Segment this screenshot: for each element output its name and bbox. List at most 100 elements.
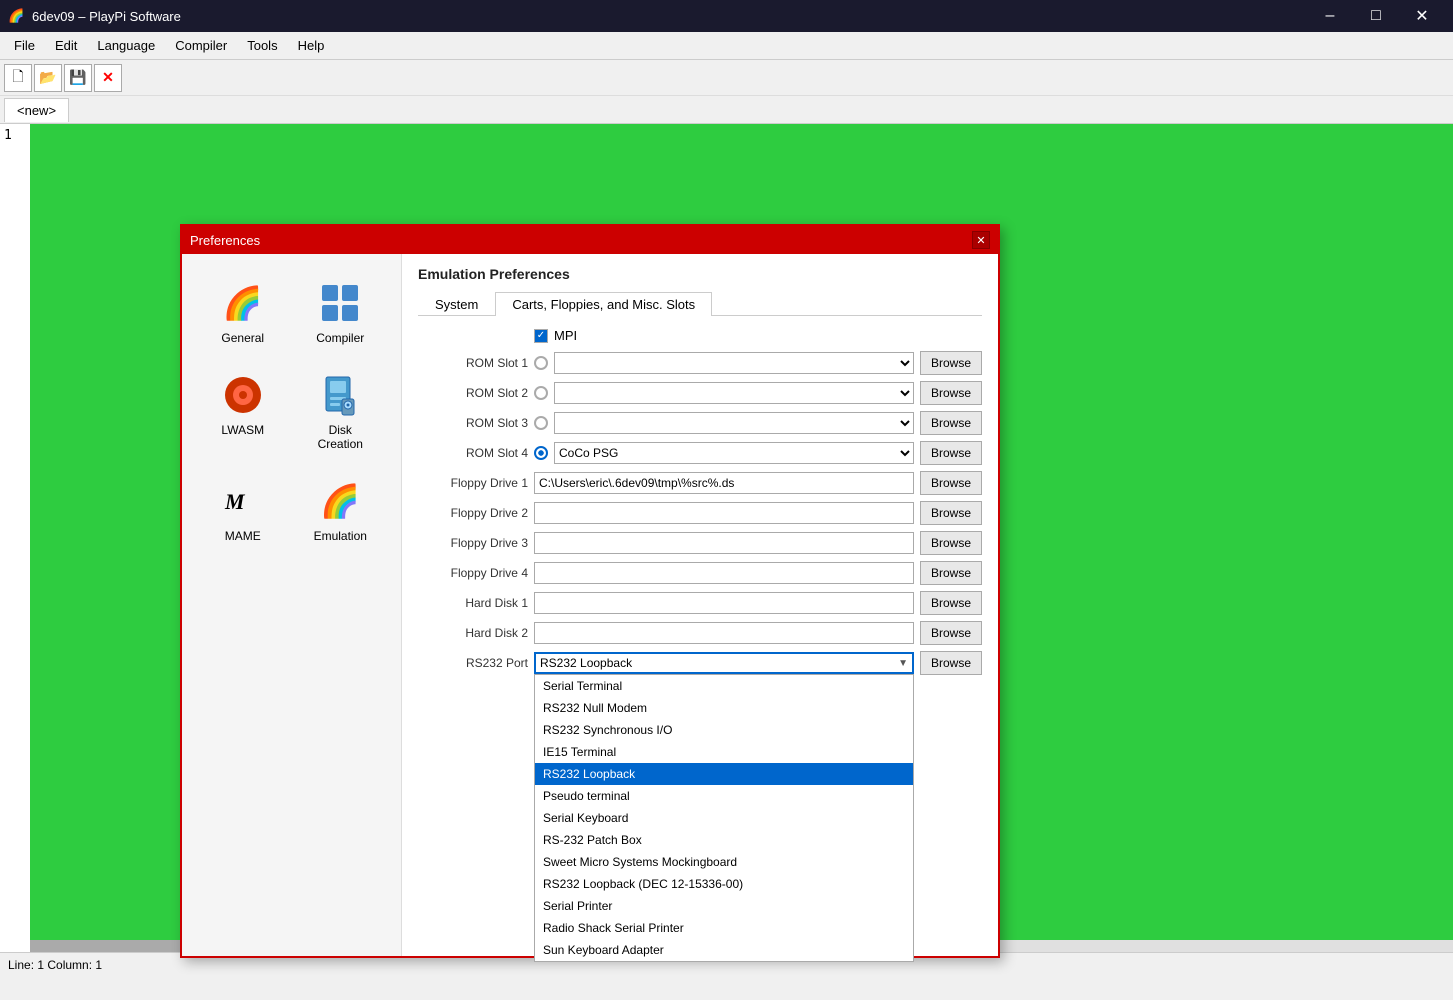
disk-creation-label: Disk Creation xyxy=(305,423,377,451)
rs232-label: RS232 Port xyxy=(418,656,528,670)
mpi-checkbox[interactable]: ✓ xyxy=(534,329,548,343)
floppy-4-browse[interactable]: Browse xyxy=(920,561,982,585)
rom-slot-1-radio[interactable] xyxy=(534,356,548,370)
window-close-button[interactable]: ✕ xyxy=(1399,0,1445,32)
floppy-3-input[interactable] xyxy=(534,532,914,554)
floppy-2-browse[interactable]: Browse xyxy=(920,501,982,525)
floppy-3-label: Floppy Drive 3 xyxy=(418,536,528,550)
minimize-button[interactable]: – xyxy=(1307,0,1353,32)
hard-disk-1-label: Hard Disk 1 xyxy=(418,596,528,610)
floppy-3-row: Floppy Drive 3 Browse xyxy=(418,531,982,555)
menu-edit[interactable]: Edit xyxy=(45,34,87,57)
sidebar-item-general[interactable]: 🌈 General xyxy=(198,270,288,354)
rom-slot-1-select[interactable] xyxy=(554,352,914,374)
dialog-title-bar: Preferences ✕ xyxy=(182,226,998,254)
close-file-button[interactable]: ✕ xyxy=(94,64,122,92)
rs232-selected-value: RS232 Loopback xyxy=(540,656,632,670)
dropdown-item-mockingboard[interactable]: Sweet Micro Systems Mockingboard xyxy=(535,851,913,873)
sidebar-item-lwasm[interactable]: LWASM xyxy=(198,362,288,460)
rom-slot-1-row: ROM Slot 1 Browse xyxy=(418,351,982,375)
rom-slot-1-browse[interactable]: Browse xyxy=(920,351,982,375)
lwasm-label: LWASM xyxy=(221,423,264,437)
rs232-browse[interactable]: Browse xyxy=(920,651,982,675)
dialog-title: Preferences xyxy=(190,233,260,248)
tab-system[interactable]: System xyxy=(418,292,495,316)
rom-slot-1-label: ROM Slot 1 xyxy=(418,356,528,370)
dropdown-item-serial-printer[interactable]: Serial Printer xyxy=(535,895,913,917)
rom-slot-2-select[interactable] xyxy=(554,382,914,404)
lwasm-icon xyxy=(219,371,267,419)
hard-disk-1-row: Hard Disk 1 Browse xyxy=(418,591,982,615)
rom-slot-2-browse[interactable]: Browse xyxy=(920,381,982,405)
dropdown-item-null-modem[interactable]: RS232 Null Modem xyxy=(535,697,913,719)
dialog-close-button[interactable]: ✕ xyxy=(972,231,990,249)
save-button[interactable]: 💾 xyxy=(64,64,92,92)
dropdown-item-patch-box[interactable]: RS-232 Patch Box xyxy=(535,829,913,851)
hard-disk-2-browse[interactable]: Browse xyxy=(920,621,982,645)
open-button[interactable]: 📂 xyxy=(34,64,62,92)
sidebar-item-disk-creation[interactable]: Disk Creation xyxy=(296,362,386,460)
rom-slot-3-select[interactable] xyxy=(554,412,914,434)
dropdown-item-pseudo[interactable]: Pseudo terminal xyxy=(535,785,913,807)
emulation-icon: 🌈 xyxy=(316,477,364,525)
rom-slot-4-radio[interactable] xyxy=(534,446,548,460)
sidebar-item-mame[interactable]: M MAME xyxy=(198,468,288,552)
dropdown-item-serial-keyboard[interactable]: Serial Keyboard xyxy=(535,807,913,829)
floppy-3-browse[interactable]: Browse xyxy=(920,531,982,555)
new-button[interactable]: 🗋 xyxy=(4,64,32,92)
rom-slot-2-radio[interactable] xyxy=(534,386,548,400)
rom-slot-3-browse[interactable]: Browse xyxy=(920,411,982,435)
icon-panel: 🌈 General Compiler xyxy=(182,254,402,956)
rom-slot-3-label: ROM Slot 3 xyxy=(418,416,528,430)
floppy-1-input[interactable] xyxy=(534,472,914,494)
mame-icon: M xyxy=(219,477,267,525)
preferences-content: Emulation Preferences System Carts, Flop… xyxy=(402,254,998,956)
tab-bar: <new> xyxy=(0,96,1453,124)
sidebar-item-emulation[interactable]: 🌈 Emulation xyxy=(296,468,386,552)
rom-slot-3-radio[interactable] xyxy=(534,416,548,430)
chevron-down-icon: ▼ xyxy=(898,658,908,669)
dropdown-item-serial-terminal[interactable]: Serial Terminal xyxy=(535,675,913,697)
dropdown-item-loopback-dec[interactable]: RS232 Loopback (DEC 12-15336-00) xyxy=(535,873,913,895)
menu-help[interactable]: Help xyxy=(288,34,335,57)
compiler-label: Compiler xyxy=(316,331,364,345)
floppy-4-input[interactable] xyxy=(534,562,914,584)
rom-slot-4-browse[interactable]: Browse xyxy=(920,441,982,465)
floppy-2-row: Floppy Drive 2 Browse xyxy=(418,501,982,525)
menu-language[interactable]: Language xyxy=(87,34,165,57)
tab-new[interactable]: <new> xyxy=(4,98,69,122)
rs232-dropdown[interactable]: Serial Terminal RS232 Null Modem RS232 S… xyxy=(534,674,914,962)
sidebar-item-compiler[interactable]: Compiler xyxy=(296,270,386,354)
compiler-icon xyxy=(316,279,364,327)
rom-slot-2-row: ROM Slot 2 Browse xyxy=(418,381,982,405)
hard-disk-1-browse[interactable]: Browse xyxy=(920,591,982,615)
rom-slot-4-row: ROM Slot 4 CoCo PSG Browse xyxy=(418,441,982,465)
rs232-select[interactable]: RS232 Loopback ▼ xyxy=(534,652,914,674)
hard-disk-1-input[interactable] xyxy=(534,592,914,614)
mpi-label: MPI xyxy=(554,328,577,343)
main-area: 1 Line: 1 Column: 1 Preferences ✕ 🌈 Gene… xyxy=(0,124,1453,976)
menu-tools[interactable]: Tools xyxy=(237,34,287,57)
dropdown-item-sun-keyboard[interactable]: Sun Keyboard Adapter xyxy=(535,939,913,961)
floppy-4-row: Floppy Drive 4 Browse xyxy=(418,561,982,585)
rom-slot-4-select[interactable]: CoCo PSG xyxy=(554,442,914,464)
menu-compiler[interactable]: Compiler xyxy=(165,34,237,57)
dropdown-item-ie15[interactable]: IE15 Terminal xyxy=(535,741,913,763)
floppy-1-row: Floppy Drive 1 Browse xyxy=(418,471,982,495)
dropdown-item-loopback[interactable]: RS232 Loopback xyxy=(535,763,913,785)
tab-carts-floppies[interactable]: Carts, Floppies, and Misc. Slots xyxy=(495,292,712,316)
window-title: 6dev09 – PlayPi Software xyxy=(32,9,181,24)
menu-bar: File Edit Language Compiler Tools Help xyxy=(0,32,1453,60)
dropdown-item-radioshack-printer[interactable]: Radio Shack Serial Printer xyxy=(535,917,913,939)
rs232-select-wrapper: RS232 Loopback ▼ Serial Terminal RS232 N… xyxy=(534,652,914,674)
floppy-1-browse[interactable]: Browse xyxy=(920,471,982,495)
menu-file[interactable]: File xyxy=(4,34,45,57)
toolbar: 🗋 📂 💾 ✕ xyxy=(0,60,1453,96)
dropdown-item-synchronous[interactable]: RS232 Synchronous I/O xyxy=(535,719,913,741)
hard-disk-2-input[interactable] xyxy=(534,622,914,644)
status-text: Line: 1 Column: 1 xyxy=(8,958,102,972)
floppy-2-input[interactable] xyxy=(534,502,914,524)
mame-label: MAME xyxy=(225,529,261,543)
disk-creation-icon xyxy=(316,371,364,419)
maximize-button[interactable]: □ xyxy=(1353,0,1399,32)
